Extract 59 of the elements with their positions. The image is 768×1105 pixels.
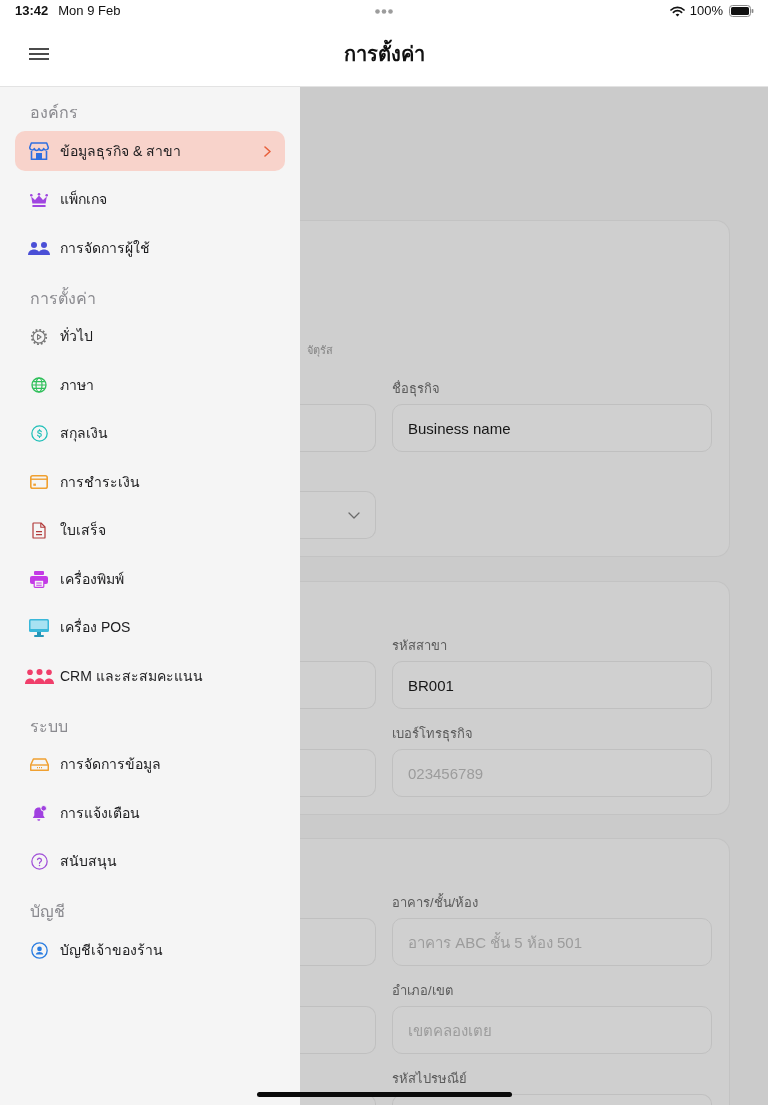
- input-field[interactable]: Business name: [392, 404, 712, 452]
- chevron-down-icon: [348, 511, 360, 519]
- sidebar-item[interactable]: สกุลเงิน: [15, 413, 285, 454]
- dropdown-field[interactable]: [300, 491, 376, 539]
- sidebar-item[interactable]: เครื่องพิมพ์: [15, 559, 285, 600]
- sidebar-item[interactable]: ภาษา: [15, 365, 285, 406]
- sidebar-item[interactable]: การชำระเงิน: [15, 462, 285, 503]
- field-label: ชื่อธุรกิจ: [392, 380, 440, 398]
- bell-icon: [31, 804, 47, 822]
- field-label: รหัสไปรษณีย์: [392, 1070, 467, 1088]
- battery-percent: 100%: [689, 2, 723, 21]
- input-field[interactable]: [300, 1006, 376, 1054]
- input-field[interactable]: [300, 661, 376, 709]
- more-dots-icon[interactable]: [375, 8, 393, 14]
- wifi-icon: [669, 5, 685, 17]
- users-icon: [28, 241, 50, 255]
- sidebar-item[interactable]: แพ็กเกจ: [15, 179, 285, 220]
- drive-icon: [29, 758, 49, 772]
- input-field[interactable]: [300, 918, 376, 966]
- field-label: เบอร์โทรธุรกิจ: [392, 725, 473, 743]
- globe-icon: [31, 377, 47, 394]
- sidebar-item[interactable]: ใบเสร็จ: [15, 510, 285, 551]
- sidebar-item[interactable]: การจัดการผู้ใช้: [15, 228, 285, 269]
- status-time: 13:42: [15, 2, 49, 21]
- people-group-icon: [24, 668, 54, 684]
- store-icon: [29, 142, 49, 161]
- status-date: Mon 9 Feb: [58, 2, 121, 21]
- credit-card-icon: [30, 475, 48, 490]
- help-icon: [30, 853, 48, 871]
- gear-icon: [30, 327, 48, 346]
- crown-icon: [30, 192, 48, 207]
- sidebar-item[interactable]: สนับสนุน: [15, 841, 285, 882]
- document-icon: [32, 522, 46, 540]
- field-label: อำเภอ/เขต: [392, 982, 453, 1000]
- dollar-icon: [30, 425, 48, 443]
- sidebar-item[interactable]: CRM และสะสมคะแนน: [15, 656, 285, 697]
- printer-icon: [30, 570, 48, 588]
- field-label: อาคาร/ชั้น/ห้อง: [392, 894, 479, 912]
- sidebar-item[interactable]: เครื่อง POS: [15, 607, 285, 648]
- section-header: การตั้งค่า: [30, 286, 96, 309]
- battery-icon: [729, 5, 754, 17]
- user-circle-icon: [30, 941, 48, 959]
- chevron-right-icon: [264, 145, 271, 157]
- page-title: การตั้งค่า: [343, 39, 425, 69]
- section-header: องค์กร: [30, 102, 78, 123]
- input-field[interactable]: [300, 749, 376, 797]
- section-header: ระบบ: [30, 716, 68, 737]
- input-field[interactable]: BR001: [392, 661, 712, 709]
- sidebar-item[interactable]: การจัดการข้อมูล: [15, 744, 285, 785]
- hint-text: จัตุรัส: [307, 343, 333, 357]
- sidebar-item[interactable]: ข้อมูลธุรกิจ & สาขา: [15, 131, 285, 172]
- sidebar-item[interactable]: การแจ้งเตือน: [15, 793, 285, 834]
- input-field[interactable]: [300, 404, 376, 452]
- sidebar-item[interactable]: ทั่วไป: [15, 316, 285, 357]
- menu-icon[interactable]: [29, 48, 49, 60]
- section-header: บัญชี: [30, 902, 65, 923]
- monitor-icon: [29, 618, 49, 637]
- sidebar-item[interactable]: บัญชีเจ้าของร้าน: [15, 930, 285, 971]
- field-label: รหัสสาขา: [392, 637, 447, 655]
